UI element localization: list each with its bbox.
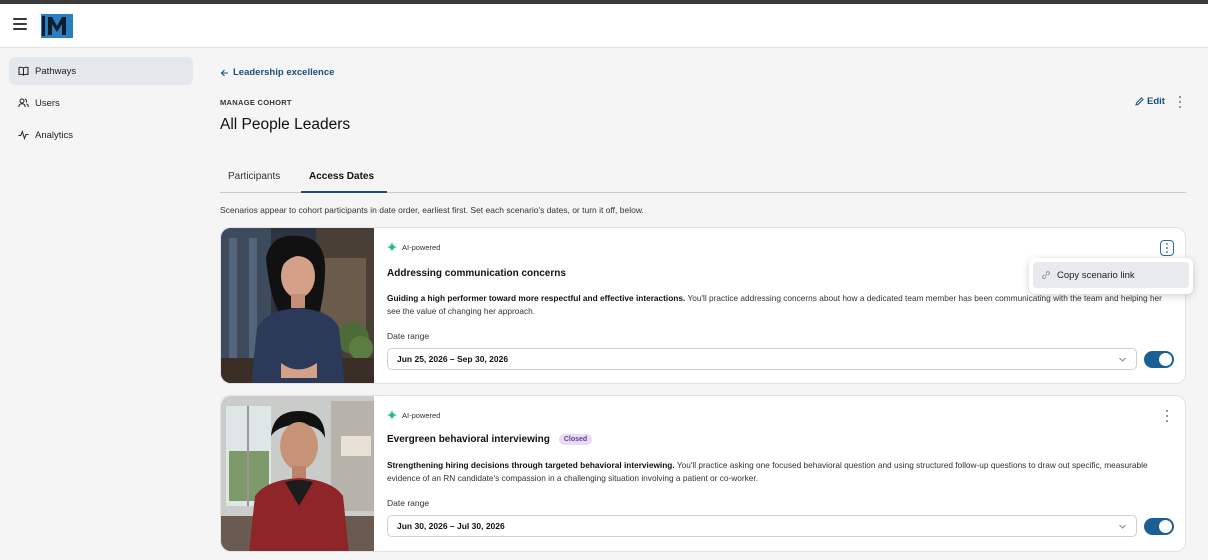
sparkle-icon: [387, 410, 397, 420]
date-range-label: Date range: [387, 331, 430, 341]
status-badge: Closed: [558, 434, 593, 445]
intro-text: Scenarios appear to cohort participants …: [220, 205, 644, 215]
date-range-select[interactable]: Jun 30, 2026 – Jul 30, 2026: [387, 515, 1137, 537]
toggle-knob: [1159, 353, 1172, 366]
ai-tag: AI-powered: [387, 242, 440, 252]
activity-icon: [18, 130, 29, 140]
hamburger-menu-icon[interactable]: [13, 18, 27, 30]
arrow-left-icon: [220, 69, 228, 76]
edit-button-label: Edit: [1147, 96, 1165, 107]
scenario-image: [221, 396, 374, 551]
sidebar-item-pathways[interactable]: Pathways: [9, 57, 193, 85]
copy-scenario-link-label: Copy scenario link: [1057, 269, 1135, 281]
back-link[interactable]: Leadership excellence: [220, 67, 334, 78]
more-options-icon[interactable]: [1175, 95, 1185, 109]
toggle-knob: [1159, 520, 1172, 533]
scenario-description-lead: Guiding a high performer toward more res…: [387, 293, 686, 303]
sidebar: Pathways Users Analytics: [0, 49, 200, 560]
tab-access-dates[interactable]: Access Dates: [309, 171, 374, 182]
brand-logo[interactable]: [41, 14, 73, 43]
scenario-card: AI-powered Evergreen behavioral intervie…: [220, 395, 1186, 552]
ai-tag-label: AI-powered: [402, 242, 441, 252]
page-title: All People Leaders: [220, 116, 351, 133]
chevron-down-icon: [1119, 357, 1126, 362]
book-icon: [18, 66, 29, 76]
pencil-icon: [1135, 97, 1144, 106]
back-link-label: Leadership excellence: [233, 67, 335, 78]
main-content: Leadership excellence MANAGE COHORT All …: [200, 49, 1208, 560]
chevron-down-icon: [1119, 524, 1126, 529]
sidebar-item-label: Users: [35, 97, 60, 109]
sidebar-item-analytics[interactable]: Analytics: [9, 121, 193, 149]
ai-tag: AI-powered: [387, 410, 440, 420]
date-range-select[interactable]: Jun 25, 2026 – Sep 30, 2026: [387, 348, 1137, 370]
scenario-title-text: Evergreen behavioral interviewing: [387, 434, 550, 445]
link-icon: [1042, 271, 1050, 279]
sidebar-item-label: Pathways: [35, 65, 77, 77]
active-tab-indicator: [301, 191, 387, 193]
scenario-options-icon[interactable]: [1160, 240, 1174, 256]
tab-bar: Participants Access Dates: [220, 162, 1186, 193]
scenario-title-text: Addressing communication concerns: [387, 268, 566, 279]
scenario-title: Evergreen behavioral interviewing Closed: [387, 434, 593, 445]
ai-tag-label: AI-powered: [402, 410, 441, 420]
scenario-options-menu: Copy scenario link: [1029, 258, 1193, 294]
scenario-title: Addressing communication concerns: [387, 268, 566, 279]
date-range-value: Jun 30, 2026 – Jul 30, 2026: [397, 521, 505, 531]
scenario-description: Guiding a high performer toward more res…: [387, 292, 1177, 318]
sidebar-item-users[interactable]: Users: [9, 89, 193, 117]
scenario-image: [221, 228, 374, 383]
scenario-enabled-toggle[interactable]: [1144, 351, 1174, 368]
tab-participants[interactable]: Participants: [228, 171, 280, 182]
scenario-card: AI-powered Addressing communication conc…: [220, 227, 1193, 384]
date-range-value: Jun 25, 2026 – Sep 30, 2026: [397, 354, 509, 364]
scenario-description-lead: Strengthening hiring decisions through t…: [387, 460, 675, 470]
top-bar: [0, 4, 1208, 48]
users-icon: [18, 98, 29, 108]
scenario-description: Strengthening hiring decisions through t…: [387, 459, 1177, 485]
scenario-enabled-toggle[interactable]: [1144, 518, 1174, 535]
edit-button[interactable]: Edit: [1135, 96, 1165, 107]
page-eyebrow: MANAGE COHORT: [220, 98, 292, 107]
sparkle-icon: [387, 242, 397, 252]
copy-scenario-link-item[interactable]: Copy scenario link: [1033, 262, 1189, 288]
sidebar-item-label: Analytics: [35, 129, 74, 141]
scenario-options-icon[interactable]: [1160, 408, 1174, 424]
date-range-label: Date range: [387, 498, 430, 508]
